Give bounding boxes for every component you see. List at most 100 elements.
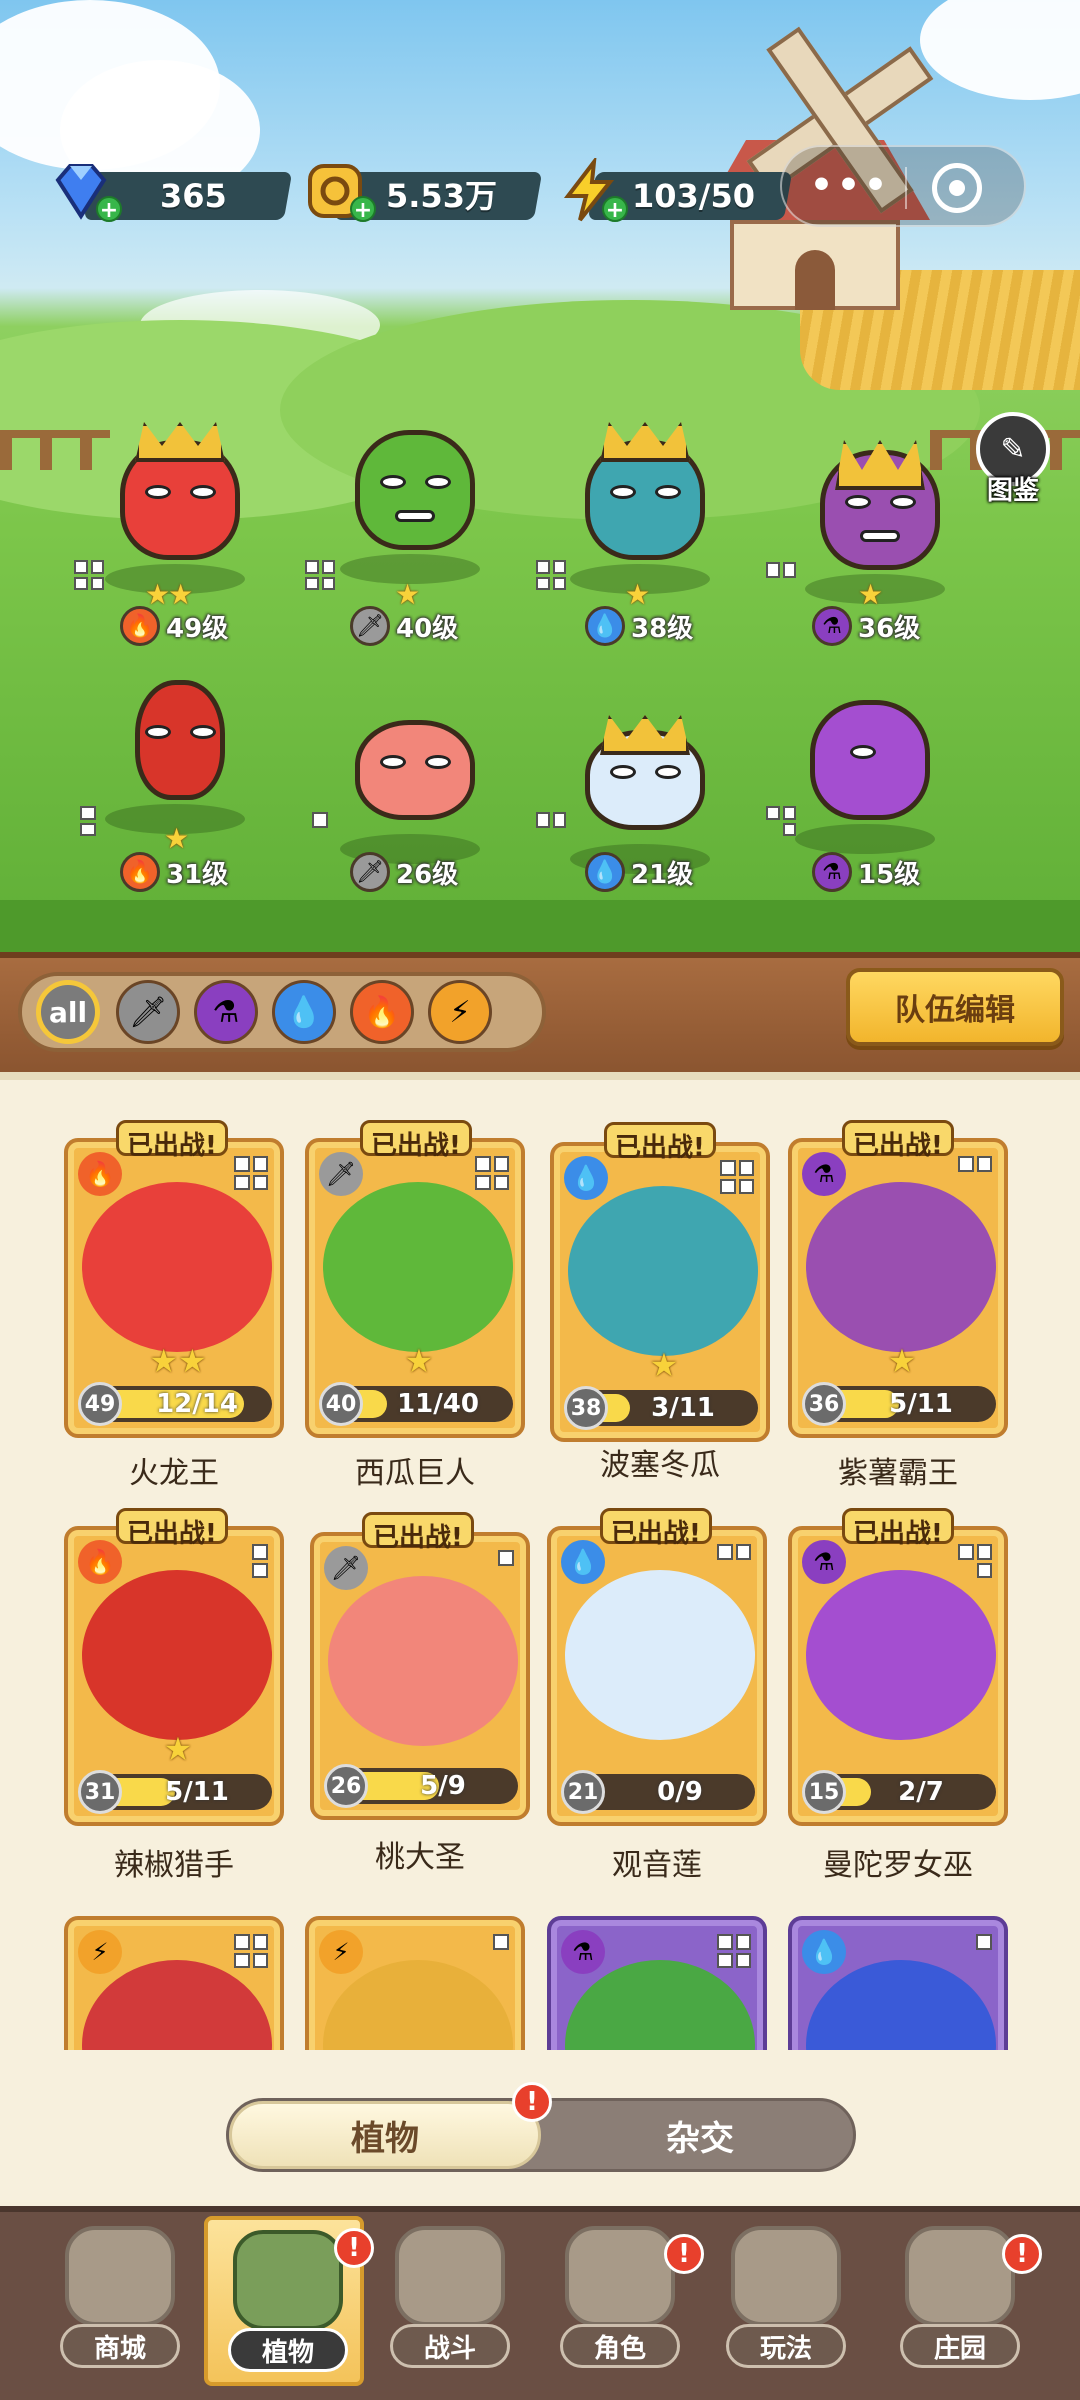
card-shard-progress: 5/11 (889, 1389, 953, 1419)
formation-icon (720, 1160, 754, 1194)
close-miniprogram-button[interactable] (932, 163, 982, 213)
card-level: 40 (319, 1382, 363, 1426)
plant-card[interactable]: ⚗ 15 2/7 (788, 1526, 1008, 1826)
formation-icon (958, 1156, 992, 1172)
plant-card[interactable]: ⚗ ★ 36 5/11 (788, 1138, 1008, 1438)
card-stars: ★ (649, 1346, 679, 1384)
filter-all-button[interactable]: all (36, 980, 100, 1044)
lightning-icon: ⚡ (319, 1930, 363, 1974)
nav-battle[interactable]: 战斗 (370, 2216, 530, 2386)
formation-icon (958, 1544, 992, 1578)
card-shard-progress: 5/11 (165, 1777, 229, 1807)
plants-icon (233, 2230, 343, 2330)
filter-fire-button[interactable]: 🔥 (350, 980, 414, 1044)
add-energy-icon[interactable]: + (602, 196, 628, 223)
water-icon: 💧 (802, 1930, 846, 1974)
notification-badge: ! (334, 2228, 374, 2268)
nav-shop[interactable]: 商城 (40, 2216, 200, 2386)
card-name: 观音莲 (612, 1848, 702, 1883)
lightning-icon: + (556, 158, 628, 224)
poison-icon: ⚗ (812, 606, 852, 646)
nav-label: 商城 (60, 2324, 180, 2368)
deployed-tag: 已出战! (116, 1120, 228, 1161)
coin-icon: + (302, 158, 376, 224)
plant-card[interactable]: ⚡ (64, 1916, 284, 2050)
plant-level-tag: 🗡 40级 (350, 606, 458, 646)
card-stars: ★★ (149, 1342, 207, 1380)
card-stars: ★ (887, 1342, 917, 1380)
tab-hybrid[interactable]: 杂交 (547, 2101, 853, 2169)
nav-gameplay[interactable]: 玩法 (706, 2216, 866, 2386)
plant-stars: ★ (164, 822, 189, 855)
formation-icon (234, 1934, 268, 1968)
add-gold-icon[interactable]: + (350, 196, 376, 223)
poison-icon: ⚗ (802, 1540, 846, 1584)
notification-badge: ! (512, 2082, 552, 2122)
fire-icon: 🔥 (120, 606, 160, 646)
plant-level-tag: ⚗ 36级 (812, 606, 920, 646)
card-shard-progress: 12/14 (156, 1389, 238, 1419)
card-name: 桃大圣 (375, 1840, 465, 1875)
formation-icon (252, 1544, 268, 1578)
gems-value: 365 (160, 177, 227, 215)
field-plant-8[interactable] (770, 670, 960, 860)
battle-icon (395, 2226, 505, 2326)
fire-icon: 🔥 (120, 852, 160, 892)
formation-icon (976, 1934, 992, 1950)
formation-icon (312, 812, 328, 828)
plant-card[interactable]: ⚗ (547, 1916, 767, 2050)
filter-poison-button[interactable]: ⚗ (194, 980, 258, 1044)
formation-icon (536, 560, 566, 590)
card-shard-progress: 0/9 (657, 1777, 703, 1807)
plant-card[interactable]: 🗡 ★ 40 11/40 (305, 1138, 525, 1438)
formation-icon (717, 1544, 751, 1560)
card-level: 15 (802, 1770, 846, 1814)
plant-card[interactable]: 🗡 26 5/9 (310, 1532, 530, 1820)
plant-level-tag: 🔥 49级 (120, 606, 228, 646)
card-stars: ★ (404, 1342, 434, 1380)
card-level: 49 (78, 1382, 122, 1426)
card-name: 西瓜巨人 (355, 1456, 475, 1491)
plant-card[interactable]: 💧 21 0/9 (547, 1526, 767, 1826)
card-name: 辣椒猎手 (114, 1848, 234, 1883)
card-level: 26 (324, 1764, 368, 1808)
filter-water-button[interactable]: 💧 (272, 980, 336, 1044)
field-plant-1[interactable] (80, 410, 270, 600)
field-plant-2[interactable] (315, 400, 505, 590)
energy-value: 103/50 (632, 177, 756, 215)
formation-icon (717, 1934, 751, 1968)
deployed-tag: 已出战! (842, 1508, 954, 1549)
nav-label: 角色 (560, 2324, 680, 2368)
formation-icon (766, 562, 796, 578)
formation-icon (305, 560, 335, 590)
field-plant-6[interactable] (315, 680, 505, 870)
plant-card[interactable]: 🔥 ★ 31 5/11 (64, 1526, 284, 1826)
field-plant-5[interactable] (80, 650, 270, 840)
card-shard-progress: 3/11 (651, 1393, 715, 1423)
manor-icon (905, 2226, 1015, 2326)
card-name: 紫薯霸王 (838, 1456, 958, 1491)
team-edit-button[interactable]: 队伍编辑 (846, 968, 1064, 1046)
formation-icon (766, 806, 796, 836)
tab-plants[interactable]: 植物 (229, 2101, 541, 2169)
card-stars: ★ (163, 1730, 193, 1768)
miniprogram-capsule: ••• (780, 145, 1026, 227)
plant-card[interactable]: 💧 (788, 1916, 1008, 2050)
plant-card[interactable]: ⚡ (305, 1916, 525, 2050)
plant-card[interactable]: 🔥 ★★ 49 12/14 (64, 1138, 284, 1438)
water-icon: 💧 (585, 606, 625, 646)
add-gems-icon[interactable]: + (96, 196, 122, 223)
atlas-button[interactable]: ✎ 图鉴 (968, 412, 1058, 512)
water-icon: 💧 (564, 1156, 608, 1200)
more-menu-button[interactable]: ••• (810, 165, 887, 206)
filter-lightning-button[interactable]: ⚡ (428, 980, 492, 1044)
sword-icon: 🗡 (350, 852, 390, 892)
field-plant-3[interactable] (545, 410, 735, 600)
filter-sword-button[interactable]: 🗡 (116, 980, 180, 1044)
deployed-tag: 已出战! (842, 1120, 954, 1161)
atlas-label: 图鉴 (986, 476, 1039, 506)
notification-badge: ! (1002, 2234, 1042, 2274)
card-level: 31 (78, 1770, 122, 1814)
plant-card[interactable]: 💧 ★ 38 3/11 (550, 1142, 770, 1442)
water-icon: 💧 (585, 852, 625, 892)
